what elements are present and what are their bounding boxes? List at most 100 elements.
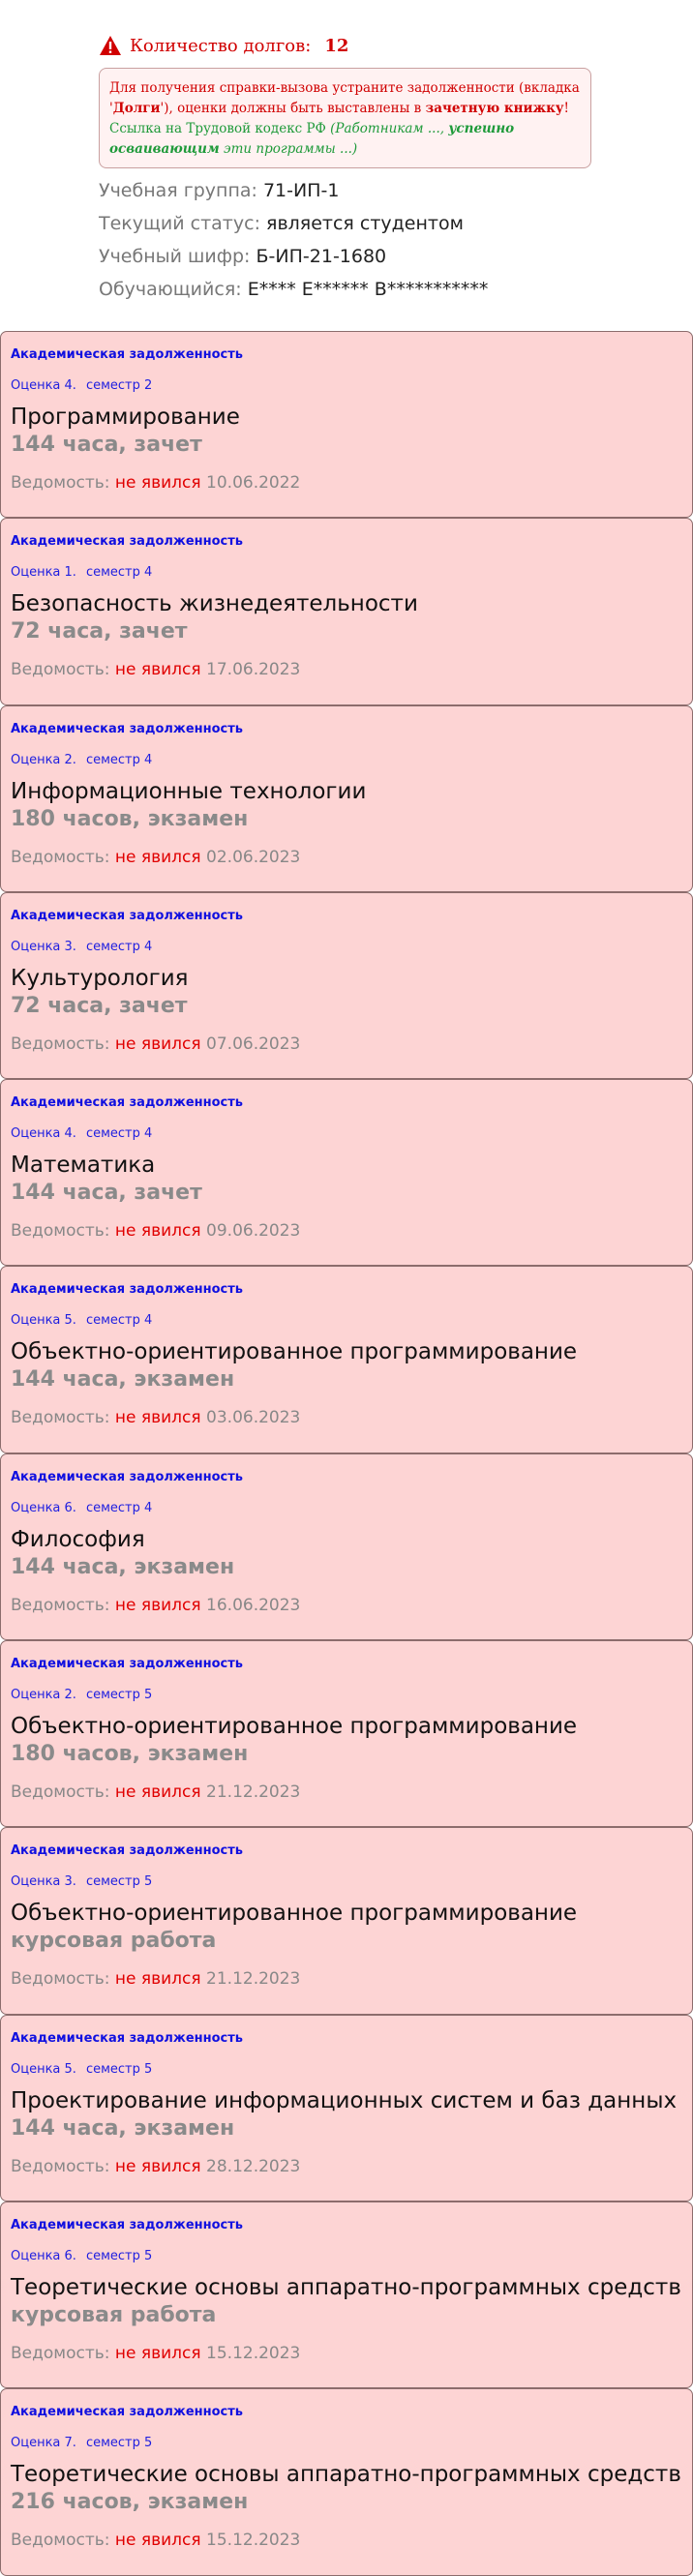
debt-subject: Программирование (11, 404, 240, 430)
debt-card[interactable]: Академическая задолженность Оценка 3. сем… (0, 891, 693, 1080)
debt-subject: Культурология (11, 965, 189, 991)
status-value: является студентом (266, 213, 464, 234)
debt-semester: семестр 5 (85, 2248, 153, 2263)
cipher-label: Учебный шифр: (99, 246, 251, 267)
debt-subject: Информационные технологии (11, 778, 367, 804)
labor-code-link[interactable]: Ссылка на Трудовой кодекс РФ (Работникам… (109, 121, 514, 157)
debt-subject: Математика (11, 1153, 156, 1179)
debt-grade: Оценка 4. (11, 378, 76, 393)
debt-kind: Академическая задолженность (11, 1657, 244, 1672)
record-label: Ведомость: (11, 1969, 110, 1990)
debt-meta: Оценка 7. семестр 5 (11, 2436, 682, 2453)
record-date: 09.06.2023 (206, 1221, 301, 1242)
debt-subject: Объектно-ориентированное программировани… (11, 1901, 578, 1927)
record-status: не явился (114, 1221, 201, 1242)
record-label: Ведомость: (11, 2156, 110, 2176)
debt-card[interactable]: Академическая задолженность Оценка 1. сем… (0, 518, 693, 705)
record-label: Ведомость: (11, 2531, 110, 2551)
debt-card[interactable]: Академическая задолженность Оценка 5. сем… (0, 2014, 693, 2202)
debt-semester: семестр 5 (85, 1874, 153, 1890)
debt-grade: Оценка 6. (11, 2248, 76, 2263)
debt-record: Ведомость: не явился 02.06.2023 (11, 848, 682, 867)
debt-kind: Академическая задолженность (11, 1843, 244, 1859)
student-value: Е**** Е****** В*********** (247, 279, 489, 300)
record-date: 10.06.2022 (206, 473, 301, 493)
debt-grade: Оценка 2. (11, 752, 76, 767)
record-status: не явился (114, 2156, 201, 2176)
debt-kind: Академическая задолженность (11, 2030, 244, 2046)
record-label: Ведомость: (11, 660, 110, 680)
debt-semester: семестр 5 (85, 2436, 153, 2451)
debt-kind: Академическая задолженность (11, 1469, 244, 1484)
debt-grade: Оценка 5. (11, 2061, 76, 2077)
debt-card[interactable]: Академическая задолженность Оценка 5. сем… (0, 1266, 693, 1453)
debt-meta: Оценка 3. семестр 4 (11, 940, 682, 957)
debt-hours: 72 часа, зачет (11, 993, 188, 1018)
record-date: 07.06.2023 (206, 1033, 301, 1054)
debt-hours: 180 часов, экзамен (11, 1742, 249, 1767)
record-date: 21.12.2023 (206, 1969, 301, 1990)
debt-semester: семестр 2 (85, 378, 153, 393)
debt-meta: Оценка 2. семестр 5 (11, 1688, 682, 1705)
debt-card[interactable]: Академическая задолженность Оценка 4. сем… (0, 1079, 693, 1267)
debt-kind: Академическая задолженность (11, 2405, 244, 2420)
debt-kind: Академическая задолженность (11, 2217, 244, 2232)
record-status: не явился (114, 1595, 201, 1615)
record-label: Ведомость: (11, 847, 110, 867)
record-label: Ведомость: (11, 1221, 110, 1242)
debt-grade: Оценка 4. (11, 1126, 76, 1142)
debt-subject: Проектирование информационных систем и б… (11, 2087, 678, 2113)
debt-card[interactable]: Академическая задолженность Оценка 2. сем… (0, 1640, 693, 1828)
debt-card[interactable]: Академическая задолженность Оценка 6. сем… (0, 1453, 693, 1641)
record-date: 15.12.2023 (206, 2531, 301, 2551)
group-label: Учебная группа: (99, 180, 257, 201)
debt-kind: Академическая задолженность (11, 1095, 244, 1111)
record-label: Ведомость: (11, 2343, 110, 2363)
debt-meta: Оценка 3. семестр 5 (11, 1874, 682, 1892)
student-label: Обучающийся: (99, 279, 242, 300)
debt-grade: Оценка 3. (11, 1874, 76, 1890)
debt-grade: Оценка 5. (11, 1313, 76, 1329)
debt-meta: Оценка 4. семестр 4 (11, 1126, 682, 1144)
debt-list: Академическая задолженность Оценка 4. сем… (0, 331, 693, 2576)
student-summary: Количество долгов: 12 Для получения спра… (0, 0, 693, 306)
record-date: 02.06.2023 (206, 847, 301, 867)
debt-meta: Оценка 5. семестр 5 (11, 2062, 682, 2080)
cipher-row: Учебный шифр: Б-ИП-21-1680 (99, 240, 693, 273)
record-status: не явился (114, 1033, 201, 1054)
status-row: Текущий статус: является студентом (99, 207, 693, 240)
debt-card[interactable]: Академическая задолженность Оценка 6. сем… (0, 2201, 693, 2389)
record-label: Ведомость: (11, 1782, 110, 1803)
debt-semester: семестр 4 (85, 1313, 153, 1329)
notice-text: Для получения справки-вызова устраните з… (109, 80, 580, 116)
group-row: Учебная группа: 71-ИП-1 (99, 174, 693, 207)
certificate-notice: Для получения справки-вызова устраните з… (99, 68, 591, 168)
debt-count-value: 12 (324, 35, 349, 56)
debt-semester: семестр 4 (85, 1126, 153, 1142)
debt-card[interactable]: Академическая задолженность Оценка 7. сем… (0, 2388, 693, 2576)
debt-record: Ведомость: не явился 21.12.2023 (11, 1969, 682, 1989)
debt-semester: семестр 5 (85, 2061, 153, 2077)
debt-record: Ведомость: не явился 10.06.2022 (11, 473, 682, 493)
record-label: Ведомость: (11, 473, 110, 493)
debt-count-header: Количество долгов: 12 (99, 31, 693, 60)
debt-hours: 72 часа, зачет (11, 619, 188, 644)
record-date: 15.12.2023 (206, 2343, 301, 2363)
debt-hours: курсовая работа (11, 2302, 217, 2327)
debt-meta: Оценка 5. семестр 4 (11, 1313, 682, 1331)
debt-grade: Оценка 6. (11, 1500, 76, 1515)
debt-meta: Оценка 6. семестр 4 (11, 1501, 682, 1518)
debt-kind: Академическая задолженность (11, 721, 244, 736)
debt-card[interactable]: Академическая задолженность Оценка 4. сем… (0, 331, 693, 519)
student-row: Обучающийся: Е**** Е****** В*********** (99, 273, 693, 306)
record-label: Ведомость: (11, 1033, 110, 1054)
record-status: не явился (114, 660, 201, 680)
status-label: Текущий статус: (99, 213, 260, 234)
record-label: Ведомость: (11, 1408, 110, 1428)
record-status: не явился (114, 2343, 201, 2363)
debt-card[interactable]: Академическая задолженность Оценка 2. сем… (0, 704, 693, 892)
debt-hours: 216 часов, экзамен (11, 2490, 249, 2515)
debt-kind: Академическая задолженность (11, 908, 244, 923)
debt-semester: семестр 5 (85, 1688, 153, 1703)
debt-card[interactable]: Академическая задолженность Оценка 3. сем… (0, 1827, 693, 2015)
